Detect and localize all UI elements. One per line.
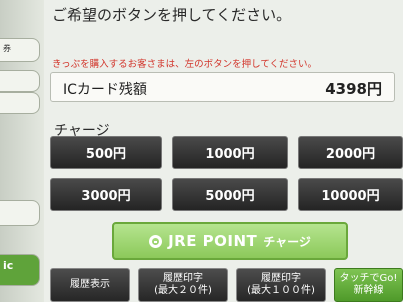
sidebar-tab-ic-label: ic xyxy=(3,259,14,272)
jre-point-label: JRE POINT xyxy=(168,232,258,250)
charge-2000-button[interactable]: 2000円 xyxy=(298,136,403,169)
sidebar-tab-3[interactable] xyxy=(0,92,40,114)
jre-point-charge-button[interactable]: JRE POINT チャージ xyxy=(112,222,348,260)
charge-1000-button[interactable]: 1000円 xyxy=(172,136,288,169)
history-print-100-line1: 履歴印字 xyxy=(261,273,301,284)
sidebar-tab-2[interactable] xyxy=(0,70,40,92)
sidebar-tab-ticket-label: 券 xyxy=(3,44,11,53)
jre-point-sub-label: チャージ xyxy=(263,234,311,249)
sidebar-tab-ic[interactable]: ic xyxy=(0,254,40,286)
sidebar-tab-4[interactable] xyxy=(0,200,40,226)
page-title: ご希望のボタンを押してください。 xyxy=(52,6,292,24)
balance-label: ICカード残額 xyxy=(63,82,147,98)
balance-value: 4398円 xyxy=(325,80,382,98)
charge-500-button[interactable]: 500円 xyxy=(50,136,162,169)
ticket-notice: きっぷを購入するお客さまは、左のボタンを押してください。 xyxy=(52,59,318,70)
sidebar: 券 ic xyxy=(0,0,45,302)
history-display-label: 履歴表示 xyxy=(70,279,110,290)
history-display-button[interactable]: 履歴表示 xyxy=(50,268,130,302)
history-print-20-line2: (最大２０件) xyxy=(154,285,212,296)
history-print-20-button[interactable]: 履歴印字 (最大２０件) xyxy=(138,268,228,302)
sidebar-tab-ticket[interactable]: 券 xyxy=(0,38,40,62)
charge-5000-button[interactable]: 5000円 xyxy=(172,178,288,211)
jre-logo-icon xyxy=(149,234,163,248)
history-print-100-line2: (最大１００件) xyxy=(247,285,315,296)
charge-3000-button[interactable]: 3000円 xyxy=(50,178,162,211)
touch-and-go-line1: タッチでGo! xyxy=(339,273,398,284)
charge-10000-button[interactable]: 10000円 xyxy=(298,178,403,211)
main-panel: ご希望のボタンを押してください。 きっぷを購入するお客さまは、左のボタンを押して… xyxy=(44,0,403,302)
history-print-100-button[interactable]: 履歴印字 (最大１００件) xyxy=(236,268,326,302)
history-print-20-line1: 履歴印字 xyxy=(163,273,203,284)
touch-and-go-shinkansen-button[interactable]: タッチでGo! 新幹線 xyxy=(334,268,403,302)
touch-and-go-line2: 新幹線 xyxy=(353,285,384,296)
balance-box: ICカード残額 4398円 xyxy=(50,72,395,102)
